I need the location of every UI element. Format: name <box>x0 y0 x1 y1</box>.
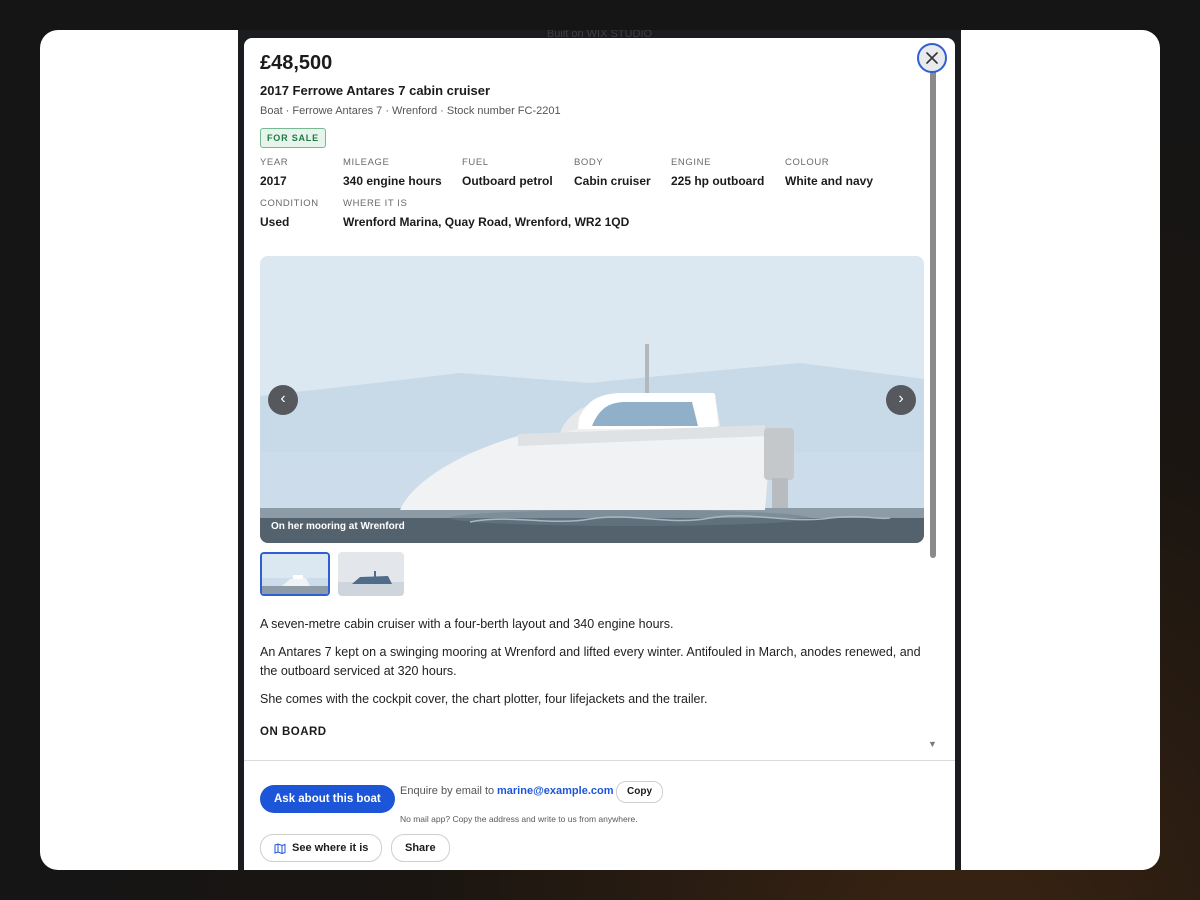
spec-value: Used <box>260 215 290 229</box>
spec-label: FUEL <box>462 157 489 168</box>
spec-mileage: MILEAGE 340 engine hours <box>343 157 442 188</box>
spec-value: White and navy <box>785 174 874 188</box>
listing-dialog: £48,500 2017 Ferrowe Antares 7 cabin cru… <box>244 38 955 870</box>
email-link[interactable]: marine@example.com <box>497 785 614 797</box>
spec-fuel: FUEL Outboard petrol <box>462 157 553 188</box>
copy-email-button[interactable]: Copy <box>616 781 663 803</box>
spec-label: ENGINE <box>671 157 712 168</box>
gallery-next-button[interactable]: › <box>886 385 916 415</box>
spec-label: MILEAGE <box>343 157 390 168</box>
see-where-button[interactable]: See where it is <box>260 834 383 862</box>
gallery-thumbnail-2[interactable] <box>338 552 404 596</box>
close-icon <box>926 52 938 64</box>
dialog-scroll-area[interactable]: £48,500 2017 Ferrowe Antares 7 cabin cru… <box>244 38 940 753</box>
triangle-down-icon[interactable]: ▼ <box>928 739 937 749</box>
description-paragraph-3: She comes with the cockpit cover, the ch… <box>260 692 708 706</box>
scrollbar-thumb[interactable] <box>930 65 936 558</box>
gallery-thumbnail-1[interactable] <box>260 552 330 596</box>
spec-condition: CONDITION Used <box>260 198 319 229</box>
spec-label: BODY <box>574 157 604 168</box>
enquire-text: Enquire by email to <box>400 785 495 797</box>
spec-year: YEAR 2017 <box>260 157 288 188</box>
spec-value: Wrenford Marina, Quay Road, Wrenford, WR… <box>343 215 630 229</box>
close-button[interactable] <box>917 43 947 73</box>
dialog-footer: Ask about this boat Enquire by email to … <box>244 760 955 870</box>
thumbnail-image <box>262 554 328 594</box>
spec-label: COLOUR <box>785 157 830 168</box>
photo-gallery: ‹ › On her mooring at Wrenford <box>260 256 924 543</box>
share-button[interactable]: Share <box>391 834 450 862</box>
mail-hint: No mail app? Copy the address and write … <box>400 814 638 824</box>
spec-value: 225 hp outboard <box>671 174 765 188</box>
listing-meta: Boat · Ferrowe Antares 7 · Wrenford · St… <box>260 105 561 117</box>
spec-body: BODY Cabin cruiser <box>574 157 651 188</box>
see-where-label: See where it is <box>292 842 369 854</box>
spec-value: Cabin cruiser <box>574 174 651 188</box>
description-paragraph-2: An Antares 7 kept on a swinging mooring … <box>260 645 921 678</box>
spec-label: YEAR <box>260 157 289 168</box>
on-board-heading: ON BOARD <box>260 726 327 738</box>
spec-value: Outboard petrol <box>462 174 553 188</box>
photo-caption: On her mooring at Wrenford <box>271 521 405 532</box>
map-icon <box>274 842 286 854</box>
spec-label: WHERE IT IS <box>343 198 408 209</box>
app-frame: Built on WIX STUDIO £48,500 2017 Ferrowe… <box>40 30 1160 870</box>
gallery-prev-button[interactable]: ‹ <box>268 385 298 415</box>
description-paragraph-1: A seven-metre cabin cruiser with a four-… <box>260 617 674 631</box>
spec-value: 340 engine hours <box>343 174 442 188</box>
listing-title: 2017 Ferrowe Antares 7 cabin cruiser <box>260 83 491 98</box>
share-label: Share <box>405 842 436 854</box>
spec-colour: COLOUR White and navy <box>785 157 873 188</box>
thumbnail-image <box>338 552 404 596</box>
status-badge: FOR SALE <box>260 128 326 148</box>
listing-price: £48,500 <box>260 52 333 74</box>
spec-value: 2017 <box>260 174 287 188</box>
spec-location: WHERE IT IS Wrenford Marina, Quay Road, … <box>343 198 629 229</box>
spec-label: CONDITION <box>260 198 319 209</box>
boat-photo <box>260 256 924 543</box>
spec-engine: ENGINE 225 hp outboard <box>671 157 764 188</box>
ask-about-boat-button[interactable]: Ask about this boat <box>260 785 395 813</box>
